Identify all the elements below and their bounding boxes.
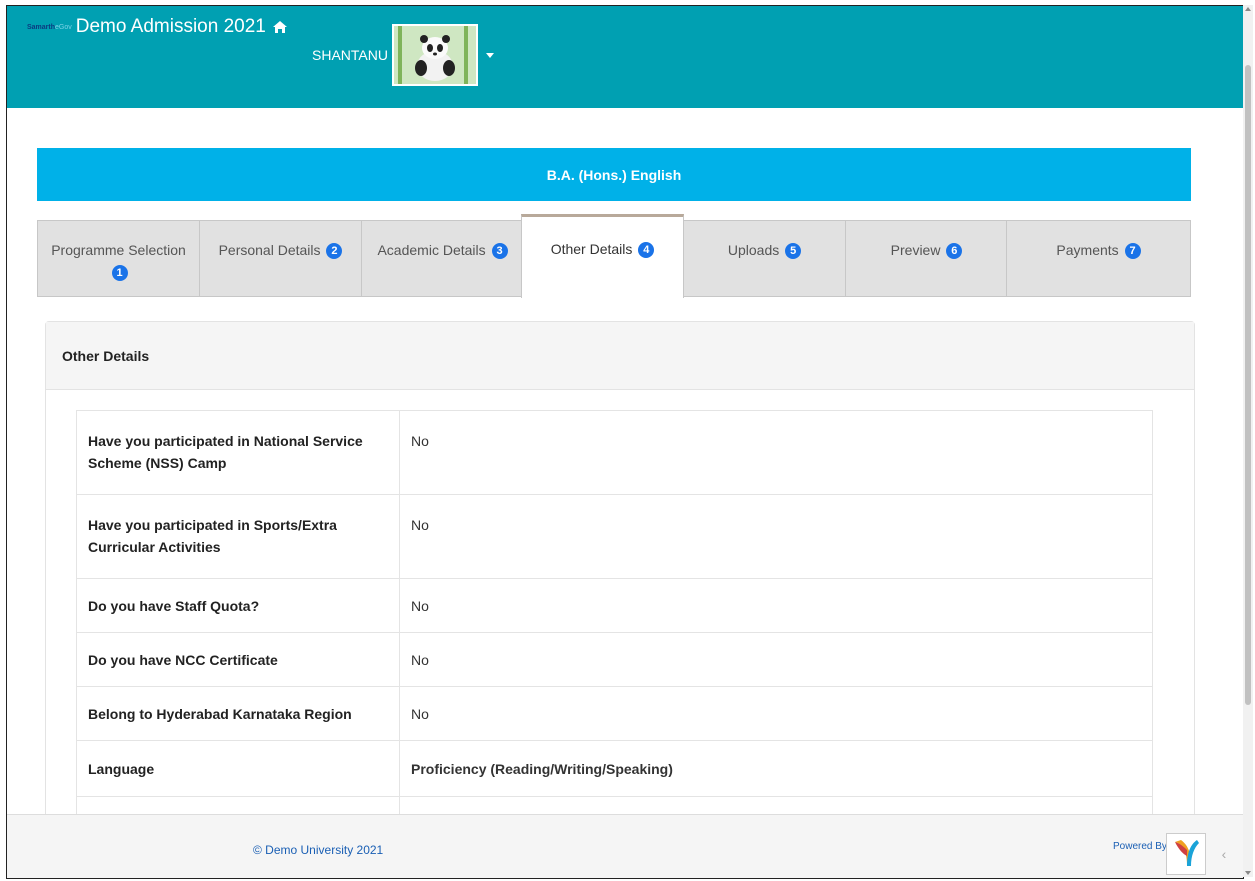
tab-programme-selection[interactable]: Programme Selection 1 — [37, 220, 200, 297]
tab-label: Preview — [890, 242, 941, 258]
user-name[interactable]: SHANTANU — [312, 47, 388, 63]
answer-cell: No — [399, 686, 1153, 741]
table-row: Do you have Staff Quota? No — [76, 578, 1153, 633]
tab-other-details[interactable]: Other Details 4 — [521, 214, 684, 298]
step-tabs: Programme Selection 1 Personal Details 2… — [37, 214, 1191, 298]
answer-cell: No — [399, 632, 1153, 687]
table-row: Have you participated in Sports/Extra Cu… — [76, 494, 1153, 579]
copyright-text[interactable]: © Demo University 2021 — [253, 843, 383, 857]
question-cell: Have you participated in National Servic… — [76, 410, 400, 495]
other-details-table: Have you participated in National Servic… — [76, 410, 1153, 851]
tab-payments[interactable]: Payments 7 — [1006, 220, 1191, 297]
proficiency-column-header: Proficiency (Reading/Writing/Speaking) — [399, 740, 1153, 797]
footer: © Demo University 2021 Powered By: ‹ — [7, 814, 1243, 878]
tab-preview[interactable]: Preview 6 — [845, 220, 1008, 297]
step-badge: 2 — [326, 243, 343, 260]
table-row: Have you participated in National Servic… — [76, 410, 1153, 495]
panda-photo — [393, 26, 476, 84]
home-icon[interactable] — [272, 19, 288, 35]
answer-cell: No — [399, 494, 1153, 579]
question-cell: Do you have NCC Certificate — [76, 632, 400, 687]
tab-label: Personal Details — [218, 242, 321, 258]
tab-label: Other Details — [550, 241, 633, 257]
app-window: SamartheGov Demo Admission 2021 SHANTANU — [6, 5, 1244, 879]
scrollbar-thumb[interactable] — [1245, 65, 1251, 705]
chevron-down-icon[interactable] — [485, 52, 494, 58]
chevron-left-icon[interactable]: ‹ — [1212, 839, 1236, 869]
tab-label: Academic Details — [377, 242, 486, 258]
tab-label: Payments — [1056, 242, 1119, 258]
app-title[interactable]: Demo Admission 2021 — [76, 16, 266, 38]
answer-cell: No — [399, 410, 1153, 495]
question-cell: Do you have Staff Quota? — [76, 578, 400, 633]
language-column-header: Language — [76, 740, 400, 797]
step-badge: 4 — [638, 242, 655, 259]
question-cell: Have you participated in Sports/Extra Cu… — [76, 494, 400, 579]
tab-label: Programme Selection — [51, 242, 186, 258]
tab-uploads[interactable]: Uploads 5 — [683, 220, 846, 297]
language-header-row: Language Proficiency (Reading/Writing/Sp… — [76, 740, 1153, 797]
brand[interactable]: SamartheGov Demo Admission 2021 — [27, 16, 288, 38]
step-badge: 5 — [785, 243, 802, 260]
panel-title: Other Details — [46, 322, 1194, 390]
tab-label: Uploads — [727, 242, 780, 258]
vertical-scrollbar[interactable] — [1243, 5, 1253, 877]
step-badge: 3 — [491, 243, 508, 260]
programme-title-bar: B.A. (Hons.) English — [37, 148, 1191, 201]
scroll-up-icon[interactable] — [1245, 7, 1251, 11]
scroll-down-icon[interactable] — [1245, 871, 1251, 875]
tab-personal-details[interactable]: Personal Details 2 — [199, 220, 362, 297]
avatar[interactable] — [391, 24, 478, 86]
question-cell: Belong to Hyderabad Karnataka Region — [76, 686, 400, 741]
table-row: Do you have NCC Certificate No — [76, 632, 1153, 687]
tab-academic-details[interactable]: Academic Details 3 — [361, 220, 524, 297]
yii-logo-icon[interactable] — [1166, 833, 1206, 875]
top-header: SamartheGov Demo Admission 2021 SHANTANU — [7, 6, 1243, 108]
step-badge: 6 — [946, 243, 963, 260]
brand-logo-text: SamartheGov — [27, 23, 72, 31]
user-menu[interactable]: SHANTANU — [312, 24, 494, 86]
step-badge: 7 — [1124, 243, 1141, 260]
programme-name: B.A. (Hons.) English — [546, 166, 682, 183]
powered-by-label[interactable]: Powered By: — [1113, 841, 1170, 852]
step-badge: 1 — [111, 265, 128, 282]
answer-cell: No — [399, 578, 1153, 633]
table-row: Belong to Hyderabad Karnataka Region No — [76, 686, 1153, 741]
